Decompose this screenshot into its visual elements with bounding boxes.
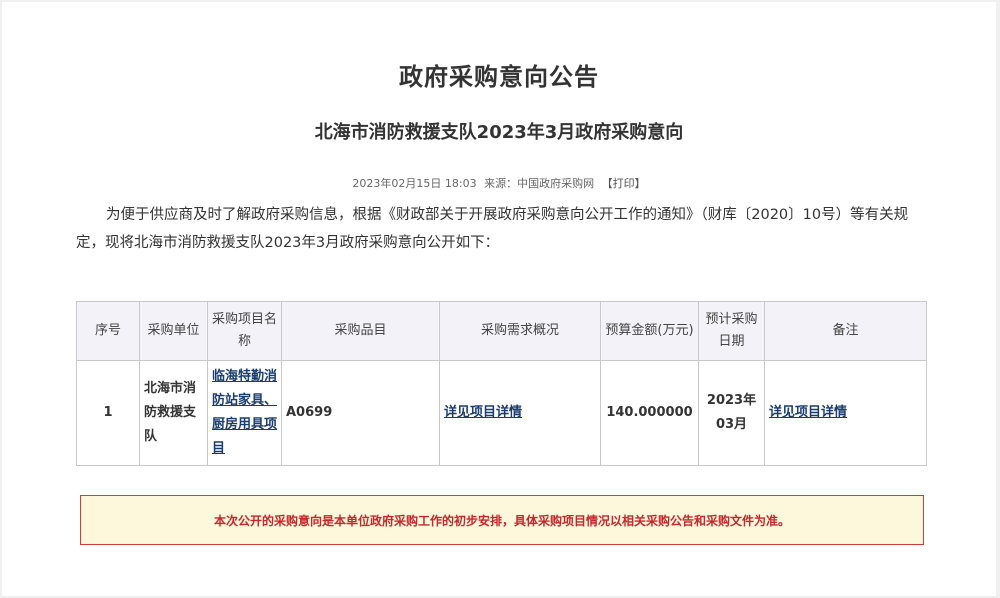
- announcement-subtitle: 北海市消防救援支队2023年3月政府采购意向: [314, 122, 684, 143]
- table-header-row: 序号 采购单位 采购项目名称 采购品目 采购需求概况 预算金额(万元) 预计采购…: [76, 301, 927, 361]
- header-remark: 备注: [764, 301, 927, 361]
- source-label: 来源：中国政府采购网: [484, 177, 595, 190]
- procurement-table: 序号 采购单位 采购项目名称 采购品目 采购需求概况 预算金额(万元) 预计采购…: [76, 301, 927, 466]
- page-title: 政府采购意向公告: [399, 63, 599, 91]
- project-name-link[interactable]: 临海特勤消防站家具、厨房用具项目: [212, 369, 277, 456]
- header-project: 采购项目名称: [207, 301, 282, 361]
- header-unit: 采购单位: [139, 301, 208, 361]
- intro-paragraph: 为便于供应商及时了解政府采购信息，根据《财政部关于开展政府采购意向公开工作的通知…: [76, 207, 909, 251]
- needs-detail-link[interactable]: 详见项目详情: [444, 405, 522, 420]
- header-needs: 采购需求概况: [439, 301, 601, 361]
- disclaimer-notice: 本次公开的采购意向是本单位政府采购工作的初步安排，具体采购项目情况以相关采购公告…: [80, 495, 924, 545]
- header-date: 预计采购日期: [698, 301, 765, 361]
- table-row: 1 北海市消防救援支队 临海特勤消防站家具、厨房用具项目 A0699 详见项目详…: [76, 360, 927, 466]
- cell-project: 临海特勤消防站家具、厨房用具项目: [207, 360, 282, 466]
- announcement-page: 政府采购意向公告 北海市消防救援支队2023年3月政府采购意向 2023年02月…: [2, 2, 996, 596]
- print-link[interactable]: 【打印】: [602, 177, 646, 190]
- cell-unit: 北海市消防救援支队: [139, 360, 208, 466]
- article-meta: 2023年02月15日 18:03 来源：中国政府采购网 【打印】: [2, 175, 996, 191]
- cell-budget: 140.000000: [600, 360, 699, 466]
- cell-item: A0699: [281, 360, 440, 466]
- header-budget: 预算金额(万元): [600, 301, 699, 361]
- remark-detail-link[interactable]: 详见项目详情: [769, 405, 847, 420]
- header-item: 采购品目: [281, 301, 440, 361]
- header-seq: 序号: [76, 301, 140, 361]
- cell-date: 2023年03月: [698, 360, 765, 466]
- publish-datetime: 2023年02月15日 18:03: [352, 177, 477, 190]
- cell-needs: 详见项目详情: [439, 360, 601, 466]
- cell-remark: 详见项目详情: [764, 360, 927, 466]
- cell-seq: 1: [76, 360, 140, 466]
